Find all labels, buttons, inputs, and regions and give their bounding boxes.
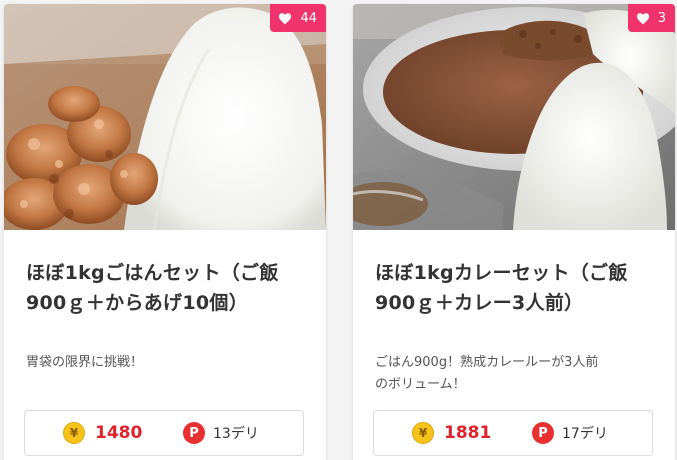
product-title-line: 900ｇ＋からあげ10個） bbox=[26, 292, 249, 314]
like-badge[interactable]: 44 bbox=[270, 4, 326, 32]
heart-icon bbox=[279, 12, 292, 24]
product-title[interactable]: ほぼ1kgカレーセット（ご飯 900ｇ＋カレー3人前） bbox=[375, 258, 651, 326]
price-value: 1480 bbox=[95, 423, 143, 443]
product-title-line: ほぼ1kgカレーセット（ご飯 bbox=[375, 262, 628, 284]
like-count: 44 bbox=[300, 10, 317, 26]
product-photo-rice-curry[interactable]: 3 bbox=[353, 4, 675, 230]
price-box: ¥ 1480 P 13デリ bbox=[24, 410, 304, 456]
like-count: 3 bbox=[657, 10, 666, 26]
product-card[interactable]: 3 ほぼ1kgカレーセット（ご飯 900ｇ＋カレー3人前） ごはん900g！熟成… bbox=[353, 4, 675, 460]
product-photo-rice-karaage[interactable]: 44 bbox=[4, 4, 326, 230]
rice-and-karaage-photo bbox=[4, 4, 326, 230]
product-card[interactable]: 44 ほぼ1kgごはんセット（ご飯 900ｇ＋からあげ10個） 胃袋の限界に挑戦… bbox=[4, 4, 326, 460]
rice-and-curry-photo bbox=[353, 4, 675, 230]
heart-icon bbox=[636, 12, 649, 24]
product-title-line: ほぼ1kgごはんセット（ご飯 bbox=[26, 262, 279, 284]
points-value: 17デリ bbox=[562, 426, 608, 442]
product-title[interactable]: ほぼ1kgごはんセット（ご飯 900ｇ＋からあげ10個） bbox=[26, 258, 302, 326]
price-box: ¥ 1881 P 17デリ bbox=[373, 410, 653, 456]
product-grid: 44 ほぼ1kgごはんセット（ご飯 900ｇ＋からあげ10個） 胃袋の限界に挑戦… bbox=[0, 0, 677, 460]
product-description-line: 胃袋の限界に挑戦！ bbox=[26, 355, 144, 370]
product-description-line: のボリューム！ bbox=[375, 377, 466, 392]
product-title-line: 900ｇ＋カレー3人前） bbox=[375, 292, 584, 314]
yen-coin-icon: ¥ bbox=[63, 422, 85, 444]
point-icon: P bbox=[183, 422, 205, 444]
price-value: 1881 bbox=[444, 423, 492, 443]
points-value: 13デリ bbox=[213, 426, 259, 442]
like-badge[interactable]: 3 bbox=[627, 4, 675, 32]
product-description-line: ごはん900g！熟成カレールーが3人前 bbox=[375, 355, 599, 370]
yen-coin-icon: ¥ bbox=[412, 422, 434, 444]
point-icon: P bbox=[532, 422, 554, 444]
